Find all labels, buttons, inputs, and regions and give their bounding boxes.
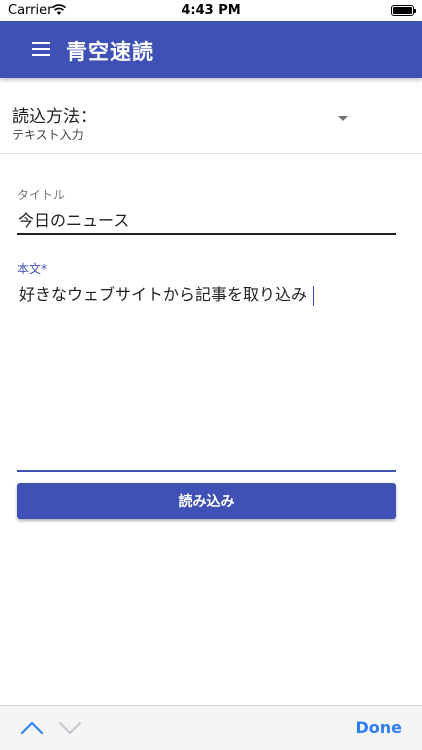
chevron-down-icon[interactable] [58, 721, 82, 735]
hamburger-menu-icon[interactable] [32, 42, 50, 56]
body-textarea[interactable]: 好きなウェブサイトから記事を取り込み [17, 283, 398, 463]
reading-method-label: 読込方法： [12, 107, 97, 127]
battery-icon [391, 5, 416, 16]
load-button[interactable]: 読み込み [17, 483, 396, 519]
body-underline [17, 470, 396, 472]
body-field-label: 本文* [17, 262, 48, 276]
keyboard-toolbar: Done [0, 705, 422, 750]
title-underline [17, 233, 396, 235]
chevron-up-icon[interactable] [20, 721, 44, 735]
title-input[interactable] [17, 204, 397, 234]
reading-method-select[interactable]: 読込方法： テキスト入力 [0, 78, 422, 154]
dropdown-arrow-icon [338, 116, 348, 121]
title-field-label: タイトル [17, 188, 66, 202]
clock-time: 4:43 PM [181, 3, 241, 18]
text-caret [313, 286, 314, 306]
reading-method-value: テキスト入力 [12, 128, 84, 142]
done-button[interactable]: Done [355, 718, 402, 737]
body-field: 本文* 好きなウェブサイトから記事を取り込み [17, 256, 398, 472]
app-title: 青空速読 [66, 40, 154, 64]
status-bar: Carrier 4:43 PM [0, 0, 422, 21]
title-field: タイトル [17, 180, 397, 236]
app-bar: 青空速読 [0, 21, 422, 78]
